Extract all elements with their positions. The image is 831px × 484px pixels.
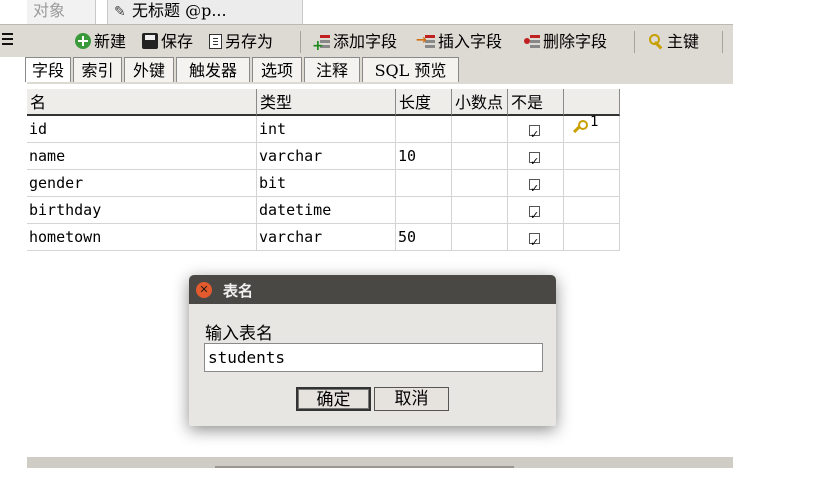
table-name-input[interactable]: students [204,343,543,372]
new-icon [75,33,91,49]
tab-fields[interactable]: 字段 [25,57,71,82]
primary-key-order: 1 [590,114,599,130]
insert-field-icon [416,30,435,52]
hamburger-menu-icon[interactable] [2,33,13,35]
primary-key-icon [572,120,588,134]
toolbar-divider [634,31,635,53]
toolbar-divider [300,31,301,53]
not-null-checkbox[interactable] [529,175,540,202]
document-tab-strip: 对象 ✎ 无标题 @p... [27,0,733,24]
cell-length[interactable]: 50 [396,224,452,251]
cell-key[interactable] [564,224,620,251]
cell-type[interactable]: datetime [257,197,396,224]
cell-decimal[interactable] [452,170,508,197]
tab-sql-preview[interactable]: SQL 预览 [362,57,459,82]
not-null-checkbox[interactable] [529,121,540,148]
tab-options[interactable]: 选项 [252,57,302,82]
tab-objects-label: 对象 [33,1,66,20]
not-null-checkbox[interactable] [529,202,540,229]
tab-untitled-label: 无标题 @p... [132,1,227,20]
pencil-icon: ✎ [114,4,126,20]
primary-key-label: 主键 [667,32,700,51]
save-as-icon [209,34,222,49]
cell-length[interactable] [396,170,452,197]
cell-name[interactable]: hometown [27,224,257,251]
not-null-checkbox[interactable] [529,148,540,175]
cell-decimal[interactable] [452,197,508,224]
fields-grid: 名 类型 长度 小数点 不是 idint1namevarchar10gender… [27,89,620,256]
cell-key[interactable] [564,143,620,170]
tab-triggers[interactable]: 触发器 [176,57,250,82]
save-as-label: 另存为 [225,32,274,51]
delete-field-icon [524,33,540,49]
cell-length[interactable] [396,116,452,143]
column-header-type[interactable]: 类型 [257,89,396,116]
cell-type[interactable]: bit [257,170,396,197]
key-icon [648,33,664,49]
dialog-titlebar[interactable]: ✕ 表名 [189,275,556,304]
cell-name[interactable]: name [27,143,257,170]
tab-foreign-keys[interactable]: 外键 [124,57,174,82]
save-as-button[interactable]: 另存为 [209,31,273,53]
cell-not-null[interactable] [508,116,564,148]
save-button[interactable]: 保存 [142,31,193,53]
save-label: 保存 [161,32,194,51]
cell-not-null[interactable] [508,170,564,202]
tab-indexes[interactable]: 索引 [73,57,122,82]
horizontal-scrollbar[interactable] [215,466,514,468]
cell-type[interactable]: varchar [257,224,396,251]
cell-not-null[interactable] [508,224,564,256]
dialog-title: 表名 [223,282,254,300]
toolbar: 新建 保存 另存为 添加字段 插入字段 删除字段 主键 [0,24,733,57]
add-field-button[interactable]: 添加字段 [312,31,398,57]
cell-decimal[interactable] [452,224,508,251]
add-field-icon [312,33,330,57]
cell-decimal[interactable] [452,143,508,170]
ok-button[interactable]: 确定 [296,387,371,411]
primary-key-button[interactable]: 主键 [648,31,699,53]
delete-field-label: 删除字段 [543,32,608,51]
insert-field-button[interactable]: 插入字段 [416,30,503,53]
tab-comments[interactable]: 注释 [304,57,360,82]
delete-field-button[interactable]: 删除字段 [524,31,607,53]
cell-key[interactable] [564,170,620,197]
designer-tabs: 字段 索引 外键 触发器 选项 注释 SQL 预览 [25,56,733,84]
table-name-label: 输入表名 [205,324,273,344]
tab-untitled-table[interactable]: ✎ 无标题 @p... [107,0,303,24]
toolbar-divider [722,31,723,53]
new-button[interactable]: 新建 [75,31,126,53]
tab-objects[interactable]: 对象 [27,0,96,24]
table-name-dialog: ✕ 表名 输入表名 students 确定 取消 [189,275,556,426]
cell-key[interactable]: 1 [564,114,620,143]
column-header-decimal[interactable]: 小数点 [452,89,508,116]
cell-type[interactable]: varchar [257,143,396,170]
insert-field-label: 插入字段 [438,32,503,51]
column-header-name[interactable]: 名 [27,89,257,116]
cell-length[interactable] [396,197,452,224]
column-header-length[interactable]: 长度 [396,89,452,116]
cell-name[interactable]: birthday [27,197,257,224]
add-field-label: 添加字段 [333,32,398,51]
cell-decimal[interactable] [452,116,508,143]
cancel-button[interactable]: 取消 [374,387,449,411]
cell-not-null[interactable] [508,143,564,175]
cell-key[interactable] [564,197,620,224]
cell-name[interactable]: id [27,116,257,143]
column-header-not-null[interactable]: 不是 [508,89,564,116]
new-label: 新建 [94,32,127,51]
cell-not-null[interactable] [508,197,564,229]
cell-name[interactable]: gender [27,170,257,197]
cell-type[interactable]: int [257,116,396,143]
not-null-checkbox[interactable] [529,229,540,256]
save-icon [142,33,158,49]
cell-length[interactable]: 10 [396,143,452,170]
close-icon[interactable]: ✕ [196,282,212,298]
